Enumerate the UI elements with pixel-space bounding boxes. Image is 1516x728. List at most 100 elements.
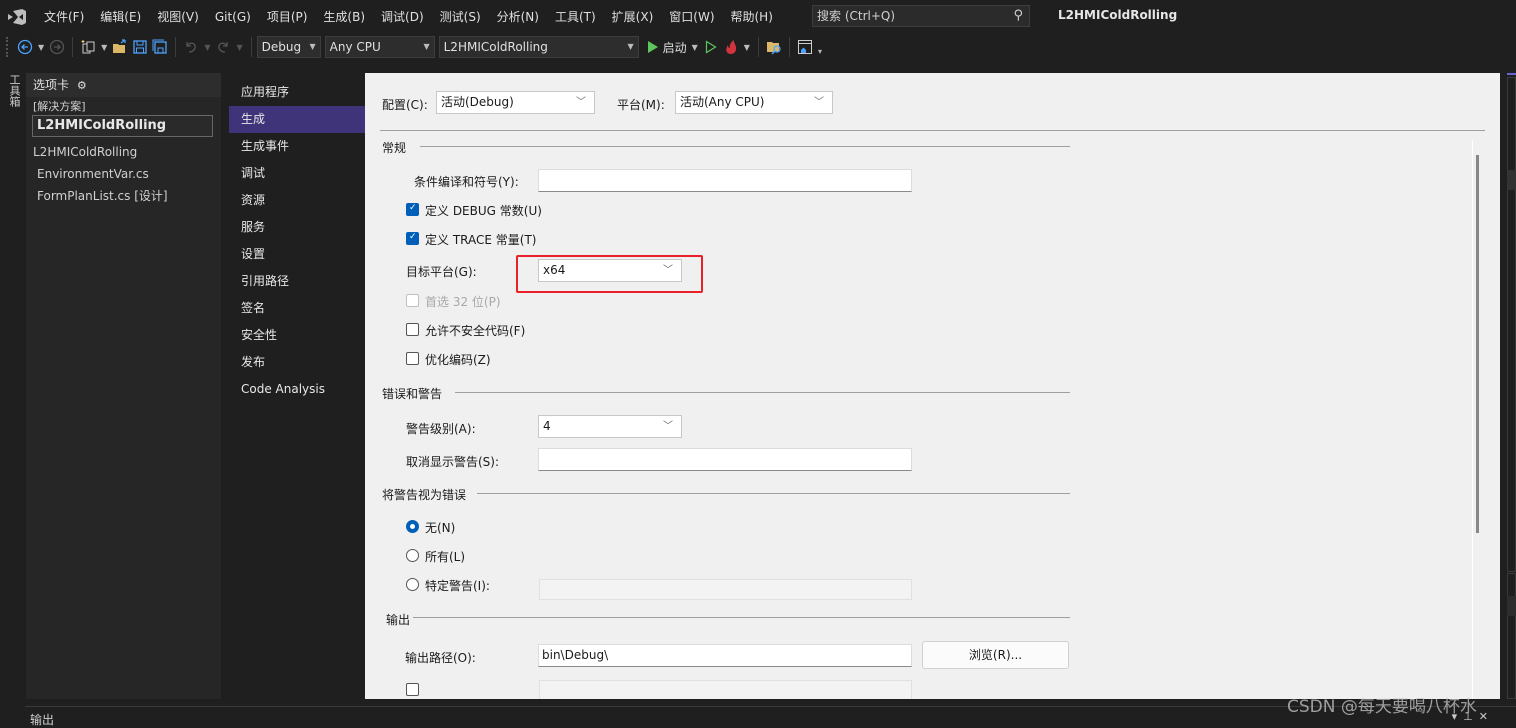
treat-warnings-none-radio[interactable] <box>406 520 419 533</box>
gear-icon[interactable]: ⚙ <box>77 79 87 92</box>
treat-warnings-all-radio[interactable] <box>406 549 419 562</box>
menu-debug[interactable]: 调试(D) <box>373 6 432 28</box>
treat-warnings-specific-radio[interactable] <box>406 578 419 591</box>
toolbar-grip[interactable] <box>6 37 9 57</box>
list-item[interactable]: FormPlanList.cs [设计] <box>26 185 221 207</box>
nav-item-build-events[interactable]: 生成事件 <box>229 133 365 160</box>
optimize-code-checkbox[interactable] <box>406 352 419 365</box>
window-layout-icon[interactable] <box>797 36 813 58</box>
nav-item-signing[interactable]: 签名 <box>229 295 365 322</box>
section-general-title: 常规 <box>382 141 407 155</box>
menu-file[interactable]: 文件(F) <box>36 6 92 28</box>
start-dropdown-icon[interactable]: ▼ <box>692 43 698 52</box>
configuration-value: 活动(Debug) <box>441 95 514 109</box>
menu-tools[interactable]: 工具(T) <box>547 6 604 28</box>
menu-project[interactable]: 项目(P) <box>259 6 316 28</box>
back-dropdown-icon[interactable]: ▼ <box>38 43 44 52</box>
specific-warnings-input[interactable] <box>539 579 912 600</box>
treat-warnings-none-label: 无(N) <box>425 521 456 535</box>
toolbox-tab[interactable]: 工具箱 <box>0 70 22 110</box>
treat-warnings-specific-label: 特定警告(I): <box>425 579 490 593</box>
platform-select[interactable]: 活动(Any CPU) ﹀ <box>675 91 833 114</box>
configuration-select[interactable]: 活动(Debug) ﹀ <box>436 91 595 114</box>
optimize-code-label: 优化编码(Z) <box>425 353 491 367</box>
menu-view[interactable]: 视图(V) <box>149 6 207 28</box>
platform-value: 活动(Any CPU) <box>680 95 765 109</box>
list-item[interactable]: EnvironmentVar.cs <box>26 163 221 185</box>
save-all-icon[interactable] <box>152 36 168 58</box>
solution-explorer-dock-tab[interactable] <box>1507 77 1516 572</box>
menu-edit[interactable]: 编辑(E) <box>92 6 149 28</box>
redo-icon[interactable] <box>215 36 231 58</box>
conditional-symbols-input[interactable] <box>538 169 912 192</box>
solution-configuration-value: Debug <box>261 40 302 54</box>
new-project-icon[interactable] <box>80 36 96 58</box>
dock-tab-item[interactable] <box>1507 596 1516 616</box>
target-platform-select[interactable]: x64 ﹀ <box>538 259 682 282</box>
vertical-scrollbar-thumb[interactable] <box>1476 155 1479 533</box>
chevron-down-icon: ﹀ <box>576 97 586 108</box>
define-debug-checkbox[interactable] <box>406 203 419 216</box>
redo-dropdown-icon[interactable]: ▼ <box>236 43 242 52</box>
menu-extensions[interactable]: 扩展(X) <box>604 6 662 28</box>
nav-item-debug[interactable]: 调试 <box>229 160 365 187</box>
solution-platform-select[interactable]: Any CPU ▼ <box>324 36 435 58</box>
undo-icon[interactable] <box>183 36 199 58</box>
nav-item-services[interactable]: 服务 <box>229 214 365 241</box>
visual-studio-logo-icon[interactable] <box>6 8 28 25</box>
properties-dock-tab[interactable] <box>1507 573 1516 699</box>
nav-item-build[interactable]: 生成 <box>229 106 371 133</box>
close-icon[interactable]: ✕ <box>1479 710 1494 723</box>
menu-help[interactable]: 帮助(H) <box>723 6 781 28</box>
browse-button[interactable]: 浏览(R)... <box>922 641 1069 669</box>
toolbar-separator <box>175 37 177 57</box>
dock-tab-item[interactable] <box>1507 170 1516 190</box>
startup-project-select[interactable]: L2HMIColdRolling ▼ <box>438 36 639 58</box>
nav-item-reference-paths[interactable]: 引用路径 <box>229 268 365 295</box>
nav-item-resources[interactable]: 资源 <box>229 187 365 214</box>
open-folder-icon[interactable] <box>112 36 128 58</box>
section-divider <box>455 392 1070 393</box>
toolbar-overflow-icon[interactable]: ▾ <box>818 47 822 56</box>
find-in-files-icon[interactable] <box>766 36 782 58</box>
menu-git[interactable]: Git(G) <box>207 6 259 28</box>
toolbar-separator <box>788 37 790 57</box>
prefer-32bit-checkbox[interactable] <box>406 294 419 307</box>
xml-doc-path-input[interactable] <box>539 680 912 699</box>
define-trace-checkbox[interactable] <box>406 232 419 245</box>
toolbox-header: 选项卡 ⚙ <box>26 73 221 97</box>
nav-item-code-analysis[interactable]: Code Analysis <box>229 376 365 403</box>
warning-level-value: 4 <box>543 419 551 433</box>
play-icon <box>647 41 658 53</box>
menu-analyze[interactable]: 分析(N) <box>489 6 547 28</box>
header-divider <box>380 130 1485 131</box>
nav-item-settings[interactable]: 设置 <box>229 241 365 268</box>
navigate-back-icon[interactable] <box>17 36 33 58</box>
suppress-warnings-input[interactable] <box>538 448 912 471</box>
list-item[interactable]: L2HMIColdRolling <box>26 141 221 163</box>
menu-window[interactable]: 窗口(W) <box>661 6 722 28</box>
target-platform-value: x64 <box>543 263 566 277</box>
start-label: 启动 <box>662 40 687 55</box>
menu-build[interactable]: 生成(B) <box>315 6 373 28</box>
output-path-input[interactable]: bin\Debug\ <box>538 644 912 667</box>
xml-doc-checkbox[interactable] <box>406 683 419 696</box>
warning-level-select[interactable]: 4 ﹀ <box>538 415 682 438</box>
hot-reload-icon[interactable] <box>723 36 739 58</box>
save-icon[interactable] <box>132 36 148 58</box>
search-input[interactable]: 搜索 (Ctrl+Q) ⚲ <box>812 5 1030 27</box>
allow-unsafe-checkbox[interactable] <box>406 323 419 336</box>
undo-dropdown-icon[interactable]: ▼ <box>204 43 210 52</box>
nav-item-application[interactable]: 应用程序 <box>229 79 365 106</box>
hot-reload-dropdown-icon[interactable]: ▼ <box>744 43 750 52</box>
menu-test[interactable]: 测试(S) <box>432 6 489 28</box>
nav-item-publish[interactable]: 发布 <box>229 349 365 376</box>
solution-configuration-select[interactable]: Debug ▼ <box>256 36 321 58</box>
start-debugging-button[interactable]: 启动 <box>647 36 687 58</box>
allow-unsafe-label: 允许不安全代码(F) <box>425 324 526 338</box>
start-without-debugging-icon[interactable] <box>703 36 719 58</box>
selected-project-item[interactable]: L2HMIColdRolling <box>32 115 213 137</box>
nav-item-security[interactable]: 安全性 <box>229 322 365 349</box>
navigate-forward-icon[interactable] <box>49 36 65 58</box>
new-project-dropdown-icon[interactable]: ▼ <box>101 43 107 52</box>
